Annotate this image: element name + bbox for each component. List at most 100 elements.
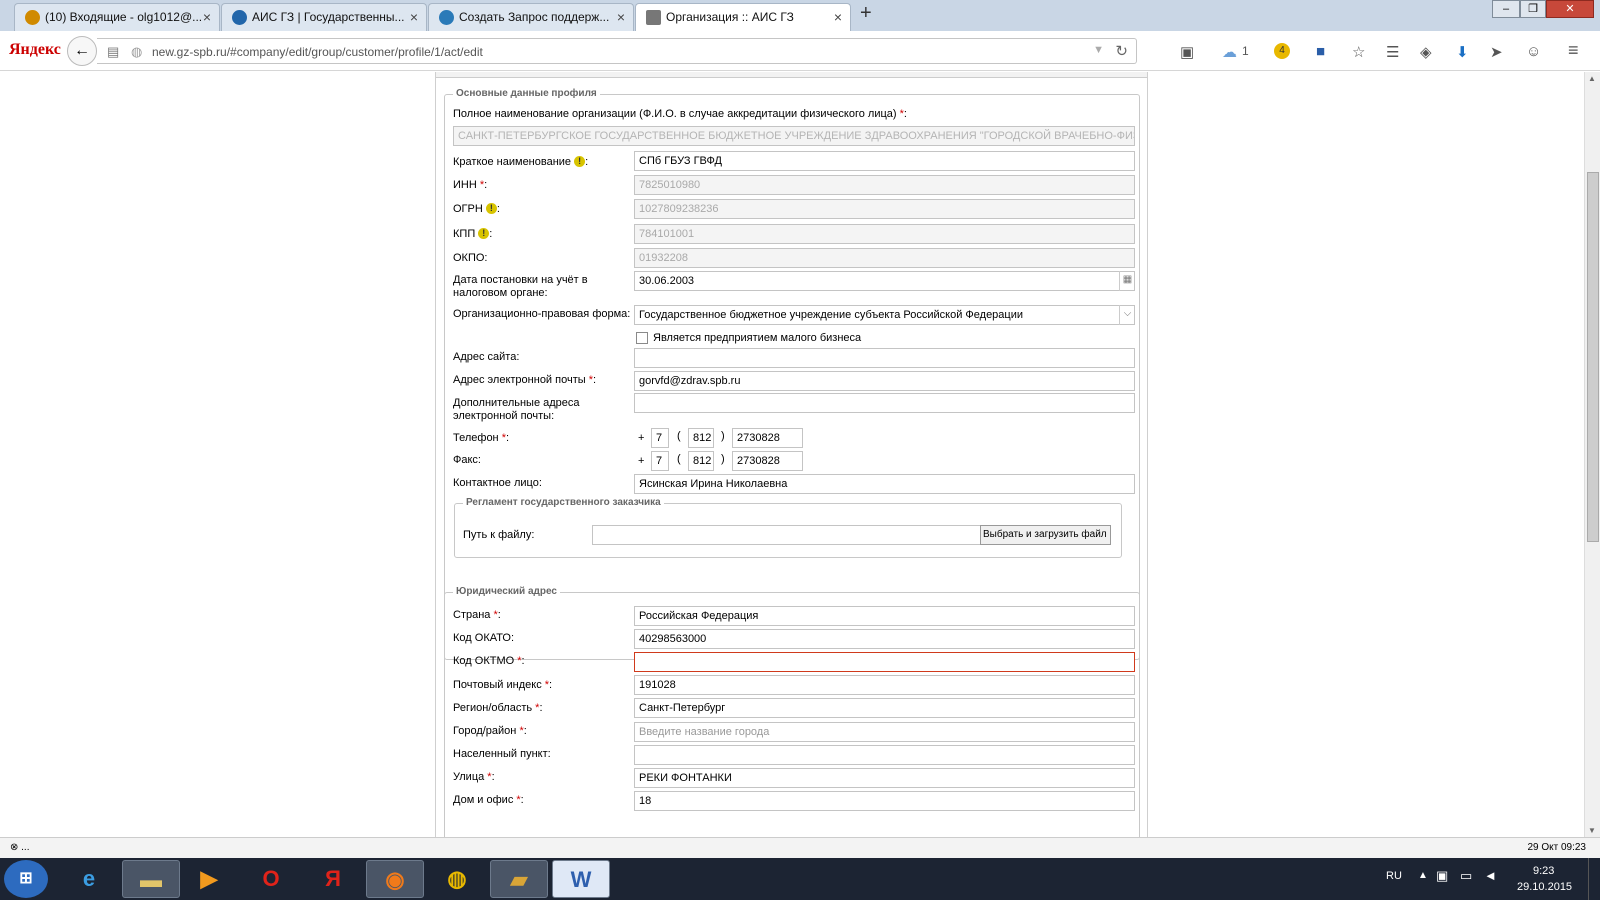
scroll-down-icon[interactable]: ▼	[1588, 826, 1596, 835]
contact-input[interactable]: Ясинская Ирина Николаевна	[634, 474, 1135, 494]
okato-label: Код ОКАТО:	[453, 632, 515, 644]
region-input[interactable]: Санкт-Петербург	[634, 698, 1135, 718]
house-input[interactable]: 18	[634, 791, 1135, 811]
send-icon[interactable]: ➤	[1490, 43, 1503, 61]
tab-label: Организация :: АИС ГЗ	[666, 10, 794, 24]
dropdown-icon[interactable]: ▼	[1093, 44, 1104, 56]
city-input[interactable]: Введите название города	[634, 722, 1135, 742]
download-icon[interactable]: ⬇	[1456, 43, 1469, 61]
star-icon[interactable]: ☆	[1352, 43, 1365, 61]
site-input[interactable]	[634, 348, 1135, 368]
yandex-browser-icon[interactable]: Я	[304, 860, 362, 898]
opf-select[interactable]: Государственное бюджетное учреждение суб…	[634, 305, 1135, 325]
pocket-icon[interactable]: ◈	[1420, 43, 1432, 61]
vertical-scrollbar[interactable]: ▲ ▼	[1584, 72, 1600, 837]
small-business-checkbox[interactable]	[636, 332, 648, 344]
badge-icon[interactable]: 4	[1274, 43, 1290, 59]
okpo-input[interactable]: 01932208	[634, 248, 1135, 268]
chevron-down-icon[interactable]: ⌵	[1119, 305, 1135, 325]
address-bar[interactable]: ▤ ◍ new.gz-spb.ru/#company/edit/group/cu…	[97, 38, 1137, 64]
reload-icon[interactable]: ↻	[1115, 42, 1128, 60]
panel-top-bar	[436, 72, 1147, 78]
word-icon[interactable]: W	[552, 860, 610, 898]
tab-support[interactable]: Создать Запрос поддерж... ×	[428, 3, 634, 31]
inn-label: ИНН *:	[453, 179, 488, 191]
back-button[interactable]: ←	[67, 36, 97, 66]
phone-country-input[interactable]: 7	[651, 428, 669, 448]
clock-date[interactable]: 29.10.2015	[1517, 881, 1572, 893]
full-name-input[interactable]: САНКТ-ПЕТЕРБУРГСКОЕ ГОСУДАРСТВЕННОЕ БЮДЖ…	[453, 126, 1135, 146]
oktmo-input[interactable]	[634, 652, 1135, 672]
back-arrow-icon: ←	[74, 42, 90, 59]
file-path-input[interactable]	[592, 525, 982, 545]
url-text[interactable]: new.gz-spb.ru/#company/edit/group/custom…	[152, 45, 483, 59]
yandex-logo[interactable]: Яндекс	[9, 41, 61, 59]
scroll-up-icon[interactable]: ▲	[1588, 74, 1596, 83]
reader-icon[interactable]: ▤	[107, 44, 119, 60]
volume-icon[interactable]: ◄	[1484, 868, 1497, 883]
fax-code-input[interactable]: 812	[688, 451, 714, 471]
maximize-button[interactable]: ❐	[1520, 0, 1546, 18]
tax-date-input[interactable]: 30.06.2003	[634, 271, 1135, 291]
network-icon[interactable]: ▭	[1460, 868, 1472, 884]
phone-number-input[interactable]: 2730828	[732, 428, 803, 448]
start-button[interactable]: ⊞	[4, 860, 48, 898]
form-panel: Основные данные профиля Полное наименова…	[435, 72, 1148, 837]
tray-up-icon[interactable]: ▲	[1418, 870, 1428, 881]
ie-icon[interactable]: e	[60, 860, 118, 898]
tab-organization[interactable]: Организация :: АИС ГЗ ×	[635, 3, 851, 32]
minimize-button[interactable]: ‒	[1492, 0, 1520, 18]
mail-icon	[25, 10, 40, 25]
screenshot-icon[interactable]: ▣	[1180, 43, 1194, 61]
list-icon[interactable]: ☰	[1386, 43, 1399, 61]
close-window-button[interactable]: ✕	[1546, 0, 1594, 18]
inn-input[interactable]: 7825010980	[634, 175, 1135, 195]
fax-country-input[interactable]: 7	[651, 451, 669, 471]
clock-time[interactable]: 9:23	[1533, 865, 1554, 877]
country-input[interactable]: Российская Федерация	[634, 606, 1135, 626]
device-icon[interactable]: ▣	[1436, 868, 1448, 884]
cloud-icon[interactable]: ☁	[1222, 43, 1237, 61]
kpp-input[interactable]: 784101001	[634, 224, 1135, 244]
scrollbar-thumb[interactable]	[1587, 172, 1599, 542]
fax-number-input[interactable]: 2730828	[732, 451, 803, 471]
okato-input[interactable]: 40298563000	[634, 629, 1135, 649]
tab-gz[interactable]: АИС ГЗ | Государственны... ×	[221, 3, 427, 31]
tab-mail[interactable]: (10) Входящие - olg1012@... ×	[14, 3, 220, 31]
email-input[interactable]: gorvfd@zdrav.spb.ru	[634, 371, 1135, 391]
firefox-icon[interactable]: ◉	[366, 860, 424, 898]
media-player-icon[interactable]: ▶	[180, 860, 238, 898]
page-content: Основные данные профиля Полное наименова…	[0, 72, 1584, 837]
close-icon[interactable]: ×	[203, 4, 211, 30]
street-input[interactable]: РЕКИ ФОНТАНКИ	[634, 768, 1135, 788]
calendar-icon[interactable]: ▦	[1119, 271, 1135, 291]
menu-icon[interactable]: ≡	[1568, 40, 1579, 61]
explorer-icon[interactable]: ▬	[122, 860, 180, 898]
new-tab-button[interactable]: +	[860, 2, 872, 25]
locality-input[interactable]	[634, 745, 1135, 765]
cloud-count: 1	[1242, 44, 1249, 58]
tab-label: (10) Входящие - olg1012@...	[45, 10, 203, 24]
close-icon[interactable]: ×	[410, 4, 418, 30]
ogrn-input[interactable]: 1027809238236	[634, 199, 1135, 219]
fax-label: Факс:	[453, 454, 481, 466]
archive-icon[interactable]: ▰	[490, 860, 548, 898]
short-name-input[interactable]: СПб ГБУЗ ГВФД	[634, 151, 1135, 171]
chrome-icon[interactable]: ◍	[428, 860, 486, 898]
file-path-label: Путь к файлу:	[463, 529, 535, 541]
show-desktop-button[interactable]	[1588, 858, 1600, 900]
language-indicator[interactable]: RU	[1386, 870, 1402, 882]
extra-email-input[interactable]	[634, 393, 1135, 413]
hint-icon: !	[485, 203, 497, 214]
locality-label: Населенный пункт:	[453, 748, 551, 760]
opera-icon[interactable]: O	[242, 860, 300, 898]
upload-file-button[interactable]: Выбрать и загрузить файл	[980, 525, 1111, 545]
close-icon[interactable]: ×	[617, 4, 625, 30]
phone-code-input[interactable]: 812	[688, 428, 714, 448]
close-icon[interactable]: ×	[834, 4, 842, 30]
zip-input[interactable]: 191028	[634, 675, 1135, 695]
extension-icon[interactable]: ■	[1316, 43, 1325, 60]
chat-icon[interactable]: ☺	[1526, 43, 1541, 60]
plus-sign: +	[638, 432, 645, 444]
city-label: Город/район *:	[453, 725, 527, 737]
